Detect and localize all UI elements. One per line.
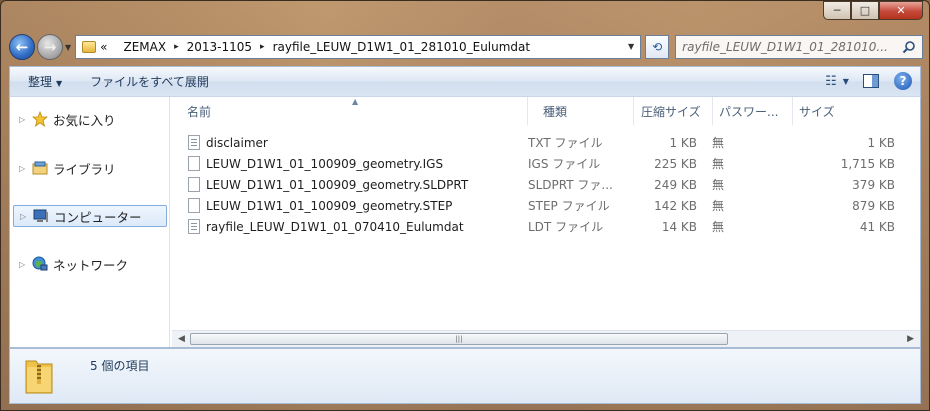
column-header-password[interactable]: パスワー... — [713, 97, 793, 125]
expand-arrow-icon[interactable]: ▷ — [19, 260, 31, 269]
column-headers: ▲ 名前 種類 圧縮サイズ パスワー... サイズ — [172, 97, 920, 125]
breadcrumb[interactable]: « ZEMAX ▸ 2013-1105 ▸ rayfile_LEUW_D1W1_01… — [75, 35, 642, 59]
explorer-window: ─ □ ✕ ← → ▼ « ZEMAX ▸ 2013-1105 ▸ rayfile_… — [0, 0, 930, 411]
scroll-right-icon[interactable]: ▶ — [907, 334, 914, 344]
sidebar-item-label: ネットワーク — [53, 257, 129, 273]
column-header-type[interactable]: 種類 — [528, 97, 634, 125]
expand-arrow-icon[interactable]: ▷ — [20, 212, 32, 221]
file-icon — [188, 156, 200, 171]
breadcrumb-item-zemax[interactable]: ZEMAX ▸ — [108, 40, 187, 54]
details-pane: 5 個の項目 — [9, 348, 921, 404]
search-icon[interactable] — [902, 40, 916, 54]
sidebar-item-label: お気に入り — [53, 112, 116, 128]
close-button[interactable]: ✕ — [879, 1, 923, 20]
sort-ascending-icon: ▲ — [352, 97, 359, 106]
maximize-button[interactable]: □ — [851, 1, 879, 20]
chevron-down-icon: ▼ — [56, 79, 63, 88]
table-row[interactable]: LEUW_D1W1_01_100909_geometry.STEP STEP フ… — [172, 195, 920, 216]
arrow-right-icon: → — [43, 38, 57, 56]
expand-all-button[interactable]: ファイルをすべて展開 — [90, 73, 209, 90]
scrollbar-thumb[interactable]: ||| — [190, 333, 728, 345]
command-bar: 整理 ▼ ファイルをすべて展開 ☷ ▼ ? — [9, 66, 921, 96]
file-icon — [188, 177, 200, 192]
recent-pages-dropdown[interactable]: ▼ — [65, 43, 71, 52]
column-header-name[interactable]: ▲ 名前 — [172, 97, 528, 125]
star-icon — [31, 111, 49, 127]
folder-icon — [82, 41, 97, 53]
horizontal-scrollbar[interactable]: ◀ ||| ▶ — [172, 330, 920, 347]
breadcrumb-overflow[interactable]: « — [100, 40, 107, 54]
expand-arrow-icon[interactable]: ▷ — [19, 115, 31, 124]
arrow-left-icon: ← — [15, 38, 29, 56]
expand-arrow-icon[interactable]: ▷ — [19, 164, 31, 173]
breadcrumb-item-2013-1105[interactable]: 2013-1105 ▸ — [187, 40, 273, 54]
table-row[interactable]: rayfile_LEUW_D1W1_01_070410_Eulumdat LDT… — [172, 216, 920, 237]
help-icon[interactable]: ? — [894, 72, 912, 90]
back-button[interactable]: ← — [9, 34, 35, 60]
text-file-icon — [188, 219, 200, 234]
search-placeholder: rayfile_LEUW_D1W1_01_281010... — [682, 40, 888, 54]
details-view-icon: ☷ — [825, 73, 837, 89]
column-header-compressed-size[interactable]: 圧縮サイズ — [634, 97, 713, 125]
column-header-size[interactable]: サイズ — [793, 97, 915, 125]
file-list: ▲ 名前 種類 圧縮サイズ パスワー... サイズ disclaimer TXT… — [172, 97, 920, 347]
scroll-left-icon[interactable]: ◀ — [178, 334, 185, 344]
forward-button[interactable]: → — [37, 34, 63, 60]
address-dropdown[interactable]: ▼ — [628, 42, 634, 51]
view-options-button[interactable]: ☷ ▼ — [825, 72, 849, 90]
file-rows: disclaimer TXT ファイル 1 KB 無 1 KB LEUW_D1W… — [172, 132, 920, 237]
chevron-right-icon[interactable]: ▸ — [260, 42, 265, 52]
network-icon — [31, 256, 49, 272]
breadcrumb-item-current-folder[interactable]: rayfile_LEUW_D1W1_01_281010_Eulumdat — [273, 40, 531, 54]
chevron-down-icon: ▼ — [842, 76, 849, 86]
file-icon — [188, 198, 200, 213]
zip-folder-icon — [25, 360, 53, 394]
sidebar-item-favorites[interactable]: ▷ お気に入り — [10, 108, 168, 130]
organize-menu[interactable]: 整理 ▼ — [28, 73, 62, 90]
sidebar-item-network[interactable]: ▷ ネットワーク — [10, 253, 168, 275]
table-row[interactable]: disclaimer TXT ファイル 1 KB 無 1 KB — [172, 132, 920, 153]
preview-pane-icon — [863, 74, 879, 88]
minimize-button[interactable]: ─ — [823, 1, 851, 20]
content-area: ▷ お気に入り ▷ ライブラリ ▷ コンピューター ▷ ネットワーク ▲ 名前 … — [9, 96, 921, 348]
sidebar-item-label: コンピューター — [54, 209, 142, 225]
preview-pane-button[interactable] — [860, 72, 882, 90]
sidebar-item-label: ライブラリ — [53, 161, 116, 177]
address-bar: ← → ▼ « ZEMAX ▸ 2013-1105 ▸ rayfile_LEUW_D… — [9, 33, 923, 61]
caption-buttons: ─ □ ✕ — [823, 1, 923, 21]
text-file-icon — [188, 135, 200, 150]
sidebar-item-computer[interactable]: ▷ コンピューター — [13, 205, 167, 227]
navigation-pane: ▷ お気に入り ▷ ライブラリ ▷ コンピューター ▷ ネットワーク — [10, 97, 170, 347]
computer-icon — [32, 208, 50, 224]
chevron-right-icon[interactable]: ▸ — [174, 42, 179, 52]
table-row[interactable]: LEUW_D1W1_01_100909_geometry.SLDPRT SLDP… — [172, 174, 920, 195]
refresh-button[interactable]: ⟲ — [645, 35, 670, 59]
search-input[interactable]: rayfile_LEUW_D1W1_01_281010... — [675, 35, 923, 59]
item-count: 5 個の項目 — [90, 359, 150, 373]
sidebar-item-libraries[interactable]: ▷ ライブラリ — [10, 157, 168, 179]
refresh-icon: ⟲ — [652, 40, 663, 54]
library-icon — [31, 160, 49, 176]
table-row[interactable]: LEUW_D1W1_01_100909_geometry.IGS IGS ファイ… — [172, 153, 920, 174]
